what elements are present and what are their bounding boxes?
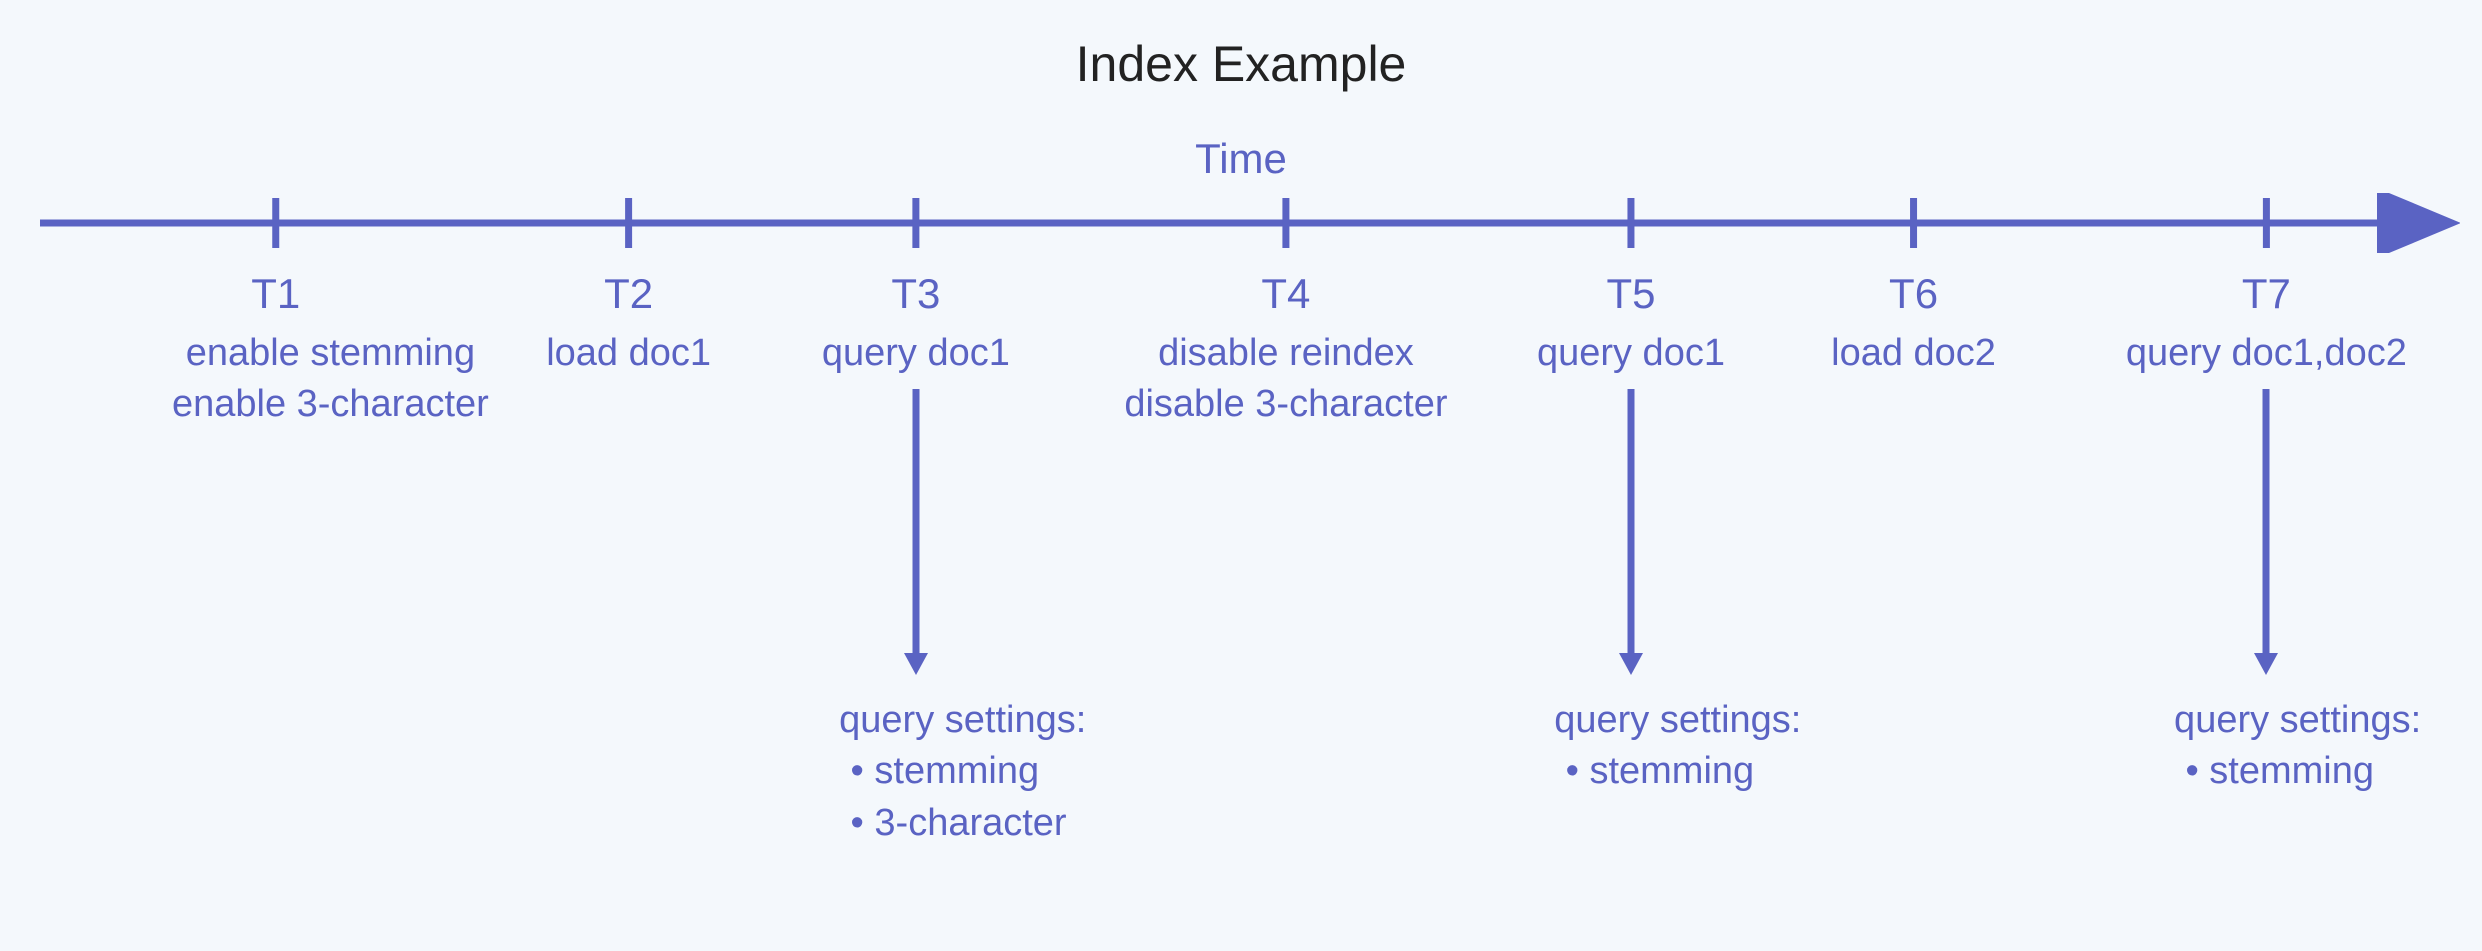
tick-label-T7: T7 — [2242, 270, 2291, 318]
time-label: Time — [1195, 135, 1287, 183]
result-bullet: • stemming — [1554, 746, 1801, 797]
action-T3: query doc1 — [822, 328, 1010, 379]
result-bullet: • stemming — [2174, 746, 2421, 797]
action-line: query doc1 — [1537, 328, 1725, 379]
result-heading: query settings: — [839, 695, 1086, 746]
action-line: load doc1 — [546, 328, 711, 379]
result-T5: query settings:• stemming — [1554, 695, 1801, 798]
action-line: disable reindex — [1124, 328, 1447, 379]
action-T1: enable stemmingenable 3-character — [172, 328, 489, 431]
action-T5: query doc1 — [1537, 328, 1725, 379]
tick-label-T1: T1 — [251, 270, 300, 318]
tick-label-T5: T5 — [1606, 270, 1655, 318]
down-arrow-T7 — [2246, 389, 2286, 675]
result-T3: query settings:• stemming• 3-character — [839, 695, 1086, 849]
action-line: query doc1,doc2 — [2126, 328, 2407, 379]
tick-label-T2: T2 — [604, 270, 653, 318]
tick-label-T3: T3 — [891, 270, 940, 318]
result-heading: query settings: — [2174, 695, 2421, 746]
result-bullet: • 3-character — [839, 798, 1086, 849]
result-T7: query settings:• stemming — [2174, 695, 2421, 798]
tick-label-T6: T6 — [1889, 270, 1938, 318]
action-line: disable 3-character — [1124, 379, 1447, 430]
down-arrow-T3 — [896, 389, 936, 675]
tick-label-T4: T4 — [1261, 270, 1310, 318]
action-line: enable stemming — [172, 328, 489, 379]
action-line: enable 3-character — [172, 379, 489, 430]
timeline-axis — [40, 193, 2460, 253]
diagram-title: Index Example — [1076, 35, 1407, 93]
action-T7: query doc1,doc2 — [2126, 328, 2407, 379]
down-arrow-T5 — [1611, 389, 1651, 675]
result-heading: query settings: — [1554, 695, 1801, 746]
action-line: load doc2 — [1831, 328, 1996, 379]
action-T6: load doc2 — [1831, 328, 1996, 379]
action-line: query doc1 — [822, 328, 1010, 379]
action-T4: disable reindexdisable 3-character — [1124, 328, 1447, 431]
action-T2: load doc1 — [546, 328, 711, 379]
result-bullet: • stemming — [839, 746, 1086, 797]
